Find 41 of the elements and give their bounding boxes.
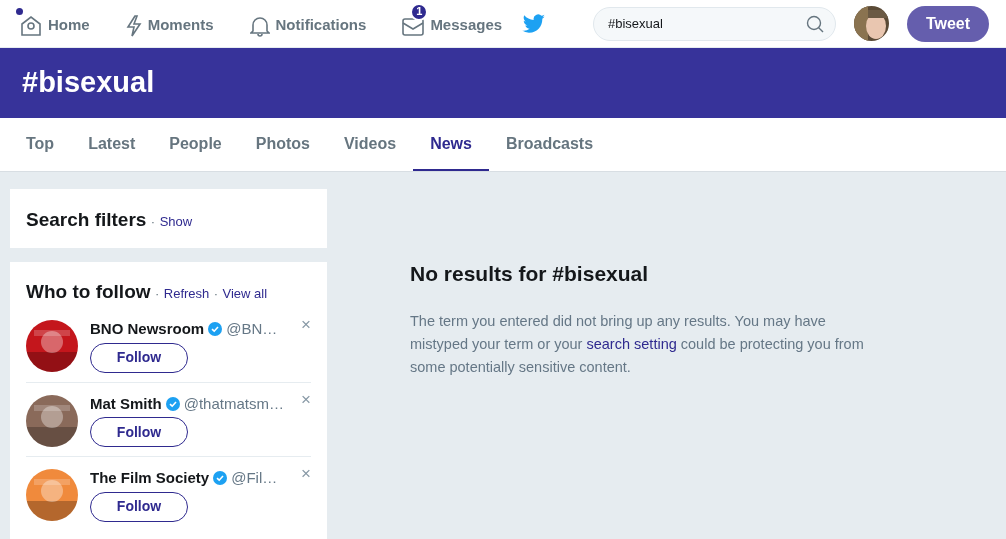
bird-logo[interactable] bbox=[522, 13, 547, 34]
nav-link[interactable]: 1 Messages bbox=[392, 1, 503, 46]
account-name[interactable]: Mat Smith bbox=[90, 392, 162, 415]
nav-link[interactable]: Moments bbox=[115, 1, 214, 46]
panel-link[interactable]: View all bbox=[222, 285, 268, 301]
search-field[interactable]: #bisexual bbox=[593, 6, 836, 41]
account-handle: @thatmatsm… bbox=[183, 393, 284, 414]
tab[interactable]: News bbox=[413, 118, 489, 171]
nav-link[interactable]: Home bbox=[10, 1, 90, 46]
account-handle: @Fil… bbox=[231, 468, 278, 488]
tweet-button[interactable]: Tweet bbox=[907, 5, 989, 42]
tab[interactable]: Videos bbox=[326, 118, 414, 171]
tab[interactable]: Photos bbox=[238, 118, 327, 171]
tab[interactable]: Broadcasts bbox=[488, 118, 611, 171]
account-handle: @BN… bbox=[226, 319, 278, 339]
panel-title: Search filters bbox=[26, 209, 147, 230]
search-icon[interactable] bbox=[806, 14, 824, 33]
panel-title: Who to follow bbox=[26, 280, 151, 302]
home-icon bbox=[20, 14, 42, 37]
separator-dot: · bbox=[213, 285, 219, 301]
results-heading: No results for #bisexual bbox=[410, 261, 650, 287]
nav-link[interactable]: Notifications bbox=[239, 1, 367, 46]
separator-dot: · bbox=[154, 285, 160, 301]
tab[interactable]: People bbox=[152, 118, 239, 171]
account-name[interactable]: The Film Society bbox=[90, 467, 210, 490]
tab[interactable]: Latest bbox=[71, 118, 153, 171]
follow-button[interactable]: Follow bbox=[90, 342, 188, 373]
bell-icon bbox=[249, 14, 270, 37]
account-name[interactable]: BNO Newsroom bbox=[90, 318, 205, 341]
follow-button[interactable]: Follow bbox=[90, 491, 188, 522]
results-message: The term you entered did not bring up any results. You may have mistyped your term or your search setting could be protecting you from some potentially sensitive content. bbox=[410, 311, 865, 377]
panel-link[interactable]: Refresh bbox=[163, 285, 210, 301]
follow-button[interactable]: Follow bbox=[90, 417, 188, 447]
tab[interactable]: Top bbox=[9, 118, 72, 171]
show-link[interactable]: Show bbox=[159, 214, 193, 229]
page-title: #bisexual bbox=[22, 65, 155, 101]
separator-dot: · bbox=[150, 214, 156, 229]
lightning-icon bbox=[125, 14, 142, 37]
envelope-icon bbox=[402, 15, 425, 36]
search-setting-link[interactable]: search setting bbox=[586, 335, 677, 352]
notification-badge: 1 bbox=[410, 2, 429, 21]
